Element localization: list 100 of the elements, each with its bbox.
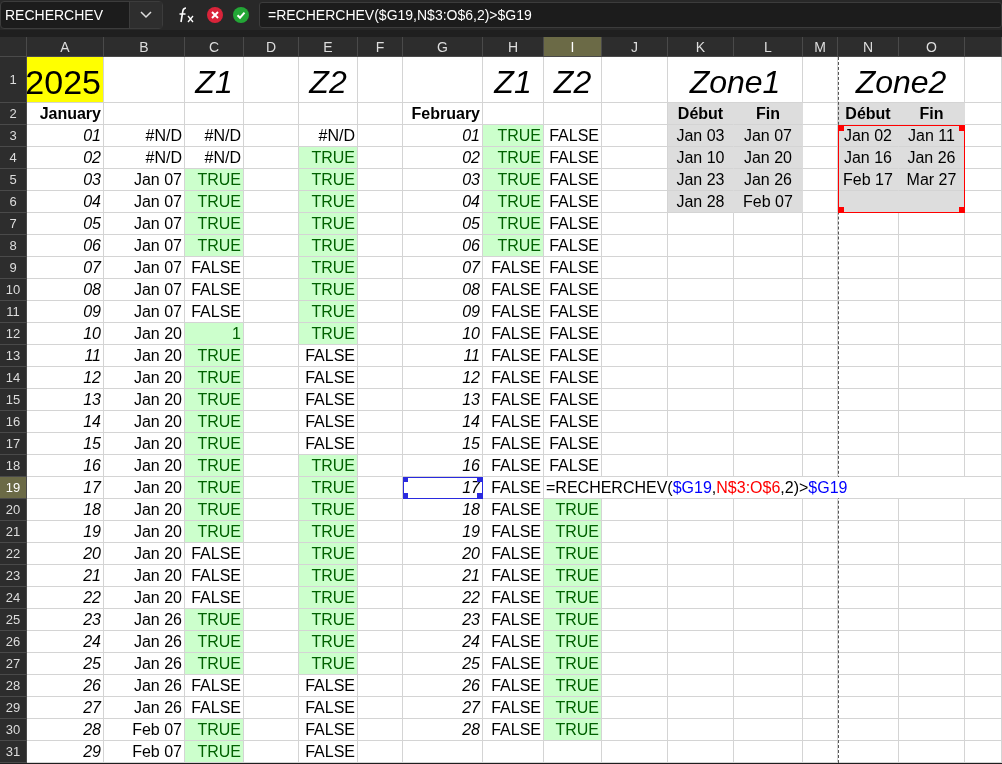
- spreadsheet-cell[interactable]: TRUE: [299, 169, 358, 191]
- spreadsheet-cell[interactable]: [668, 323, 734, 345]
- spreadsheet-cell[interactable]: FALSE: [544, 125, 602, 147]
- spreadsheet-cell[interactable]: [965, 323, 1002, 345]
- spreadsheet-cell[interactable]: FALSE: [544, 411, 602, 433]
- spreadsheet-cell[interactable]: FALSE: [544, 147, 602, 169]
- spreadsheet-cell[interactable]: [668, 609, 734, 631]
- spreadsheet-cell[interactable]: FALSE: [544, 235, 602, 257]
- spreadsheet-cell[interactable]: [358, 323, 403, 345]
- spreadsheet-cell[interactable]: Jan 20: [104, 587, 185, 609]
- spreadsheet-cell[interactable]: TRUE: [299, 323, 358, 345]
- spreadsheet-cell[interactable]: [965, 653, 1002, 675]
- spreadsheet-cell[interactable]: [668, 301, 734, 323]
- spreadsheet-cell[interactable]: [602, 367, 668, 389]
- spreadsheet-cell[interactable]: 27: [27, 697, 104, 719]
- spreadsheet-cell[interactable]: [244, 433, 299, 455]
- spreadsheet-cell[interactable]: [803, 169, 838, 191]
- spreadsheet-cell[interactable]: TRUE: [299, 191, 358, 213]
- spreadsheet-cell[interactable]: TRUE: [483, 235, 544, 257]
- spreadsheet-cell[interactable]: Z1: [185, 57, 244, 103]
- spreadsheet-cell[interactable]: TRUE: [483, 213, 544, 235]
- spreadsheet-cell[interactable]: 20: [403, 543, 483, 565]
- spreadsheet-cell[interactable]: [803, 565, 838, 587]
- row-header[interactable]: 4: [0, 147, 27, 169]
- row-header[interactable]: 16: [0, 411, 27, 433]
- spreadsheet-cell[interactable]: [244, 57, 299, 103]
- spreadsheet-cell[interactable]: 27: [403, 697, 483, 719]
- spreadsheet-cell[interactable]: TRUE: [299, 279, 358, 301]
- spreadsheet-cell[interactable]: [185, 103, 244, 125]
- spreadsheet-cell[interactable]: FALSE: [483, 279, 544, 301]
- accept-icon[interactable]: [233, 7, 249, 23]
- spreadsheet-cell[interactable]: [602, 609, 668, 631]
- spreadsheet-cell[interactable]: 23: [27, 609, 104, 631]
- spreadsheet-cell[interactable]: TRUE: [544, 543, 602, 565]
- spreadsheet-cell[interactable]: [838, 697, 899, 719]
- spreadsheet-cell[interactable]: TRUE: [185, 455, 244, 477]
- spreadsheet-cell[interactable]: [104, 57, 185, 103]
- spreadsheet-cell[interactable]: [899, 389, 965, 411]
- spreadsheet-cell[interactable]: [899, 433, 965, 455]
- spreadsheet-cell[interactable]: [803, 213, 838, 235]
- spreadsheet-cell[interactable]: [734, 719, 803, 741]
- spreadsheet-cell[interactable]: [803, 323, 838, 345]
- spreadsheet-cell[interactable]: [358, 235, 403, 257]
- spreadsheet-cell[interactable]: TRUE: [299, 301, 358, 323]
- spreadsheet-cell[interactable]: [838, 257, 899, 279]
- spreadsheet-cell[interactable]: [838, 411, 899, 433]
- spreadsheet-cell[interactable]: [965, 301, 1002, 323]
- spreadsheet-cell[interactable]: [899, 213, 965, 235]
- spreadsheet-cell[interactable]: [803, 103, 838, 125]
- spreadsheet-cell[interactable]: [803, 521, 838, 543]
- spreadsheet-cell[interactable]: TRUE: [185, 477, 244, 499]
- spreadsheet-cell[interactable]: FALSE: [483, 257, 544, 279]
- spreadsheet-cell[interactable]: [244, 345, 299, 367]
- spreadsheet-cell[interactable]: TRUE: [544, 609, 602, 631]
- spreadsheet-cell[interactable]: [734, 565, 803, 587]
- spreadsheet-cell[interactable]: TRUE: [185, 433, 244, 455]
- spreadsheet-cell[interactable]: [838, 631, 899, 653]
- spreadsheet-cell[interactable]: [403, 741, 483, 763]
- spreadsheet-cell[interactable]: [838, 345, 899, 367]
- spreadsheet-cell[interactable]: [358, 631, 403, 653]
- spreadsheet-cell[interactable]: TRUE: [544, 587, 602, 609]
- spreadsheet-cell[interactable]: [965, 543, 1002, 565]
- spreadsheet-cell[interactable]: [358, 57, 403, 103]
- spreadsheet-cell[interactable]: [358, 653, 403, 675]
- row-header[interactable]: 26: [0, 631, 27, 653]
- spreadsheet-cell[interactable]: TRUE: [299, 587, 358, 609]
- spreadsheet-cell[interactable]: [734, 741, 803, 763]
- spreadsheet-cell[interactable]: [602, 521, 668, 543]
- spreadsheet-cell[interactable]: [602, 587, 668, 609]
- spreadsheet-cell[interactable]: [602, 389, 668, 411]
- spreadsheet-cell[interactable]: [734, 213, 803, 235]
- spreadsheet-cell[interactable]: [965, 257, 1002, 279]
- spreadsheet-cell[interactable]: [899, 257, 965, 279]
- spreadsheet-cell[interactable]: [899, 565, 965, 587]
- spreadsheet-cell[interactable]: [965, 631, 1002, 653]
- spreadsheet-cell[interactable]: [838, 301, 899, 323]
- spreadsheet-cell[interactable]: [899, 323, 965, 345]
- spreadsheet-cell[interactable]: Jan 20: [104, 565, 185, 587]
- spreadsheet-cell[interactable]: [965, 521, 1002, 543]
- spreadsheet-cell[interactable]: TRUE: [185, 389, 244, 411]
- spreadsheet-cell[interactable]: 14: [403, 411, 483, 433]
- spreadsheet-cell[interactable]: FALSE: [483, 301, 544, 323]
- spreadsheet-cell[interactable]: FALSE: [544, 191, 602, 213]
- spreadsheet-cell[interactable]: TRUE: [299, 213, 358, 235]
- spreadsheet-cell[interactable]: Jan 26: [734, 169, 803, 191]
- spreadsheet-cell[interactable]: 26: [403, 675, 483, 697]
- spreadsheet-cell[interactable]: 1: [185, 323, 244, 345]
- spreadsheet-cell[interactable]: [734, 389, 803, 411]
- spreadsheet-cell[interactable]: [734, 345, 803, 367]
- spreadsheet-cell[interactable]: [668, 741, 734, 763]
- spreadsheet-cell[interactable]: TRUE: [185, 213, 244, 235]
- spreadsheet-cell[interactable]: [734, 499, 803, 521]
- spreadsheet-cell[interactable]: February: [403, 103, 483, 125]
- spreadsheet-cell[interactable]: [602, 213, 668, 235]
- spreadsheet-cell[interactable]: [838, 521, 899, 543]
- spreadsheet-cell[interactable]: [668, 257, 734, 279]
- spreadsheet-cell[interactable]: [358, 587, 403, 609]
- spreadsheet-cell[interactable]: [668, 675, 734, 697]
- spreadsheet-cell[interactable]: [965, 235, 1002, 257]
- spreadsheet-cell[interactable]: TRUE: [185, 719, 244, 741]
